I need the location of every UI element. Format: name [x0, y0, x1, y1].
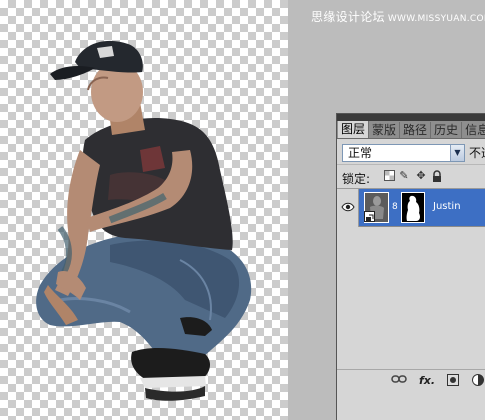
- mask-link-icon[interactable]: 8: [392, 202, 398, 212]
- lock-all-icon[interactable]: [431, 170, 443, 182]
- adjustment-icon[interactable]: [472, 374, 484, 388]
- add-mask-icon[interactable]: [447, 374, 459, 388]
- lock-row: 锁定: ✎ ✥: [337, 165, 485, 189]
- lock-transparent-icon[interactable]: [383, 170, 395, 182]
- layer-row[interactable]: 8 Justin: [337, 189, 485, 227]
- lock-move-icon[interactable]: ✥: [415, 170, 427, 182]
- panel-bottom-bar: fx.: [337, 369, 485, 391]
- layer-mask-thumbnail[interactable]: [401, 192, 425, 223]
- link-layers-icon[interactable]: [391, 374, 407, 388]
- tab-masks[interactable]: 蒙版: [369, 122, 401, 138]
- panel-tabs: 图层 蒙版 路径 历史 信息: [337, 121, 485, 139]
- tab-history[interactable]: 历史: [431, 122, 463, 138]
- layer-list: 8 Justin fx.: [337, 189, 485, 403]
- lock-label: 锁定:: [342, 172, 371, 186]
- blend-mode-select[interactable]: 正常 ▼: [342, 144, 465, 162]
- layers-panel: 图层 蒙版 路径 历史 信息 正常 ▼ 不透明度: 锁定: ✎ ✥: [336, 113, 485, 420]
- eye-icon: [341, 202, 355, 212]
- layer-visibility-toggle[interactable]: [337, 189, 359, 227]
- person-image: [36, 40, 252, 401]
- chevron-down-icon[interactable]: ▼: [450, 145, 464, 161]
- watermark-site-name: 思缘设计论坛: [311, 10, 385, 24]
- tab-info[interactable]: 信息: [462, 122, 485, 138]
- opacity-label: 不透明度:: [469, 146, 485, 160]
- layer-name[interactable]: Justin: [433, 201, 461, 212]
- blend-mode-row: 正常 ▼ 不透明度:: [337, 139, 485, 165]
- panel-titlebar[interactable]: [337, 114, 485, 121]
- document-canvas[interactable]: [0, 0, 288, 420]
- fx-icon[interactable]: fx.: [419, 374, 435, 388]
- tab-layers[interactable]: 图层: [338, 121, 370, 138]
- watermark: 思缘设计论坛 WWW.MISSYUAN.COM: [311, 8, 485, 25]
- watermark-url: WWW.MISSYUAN.COM: [387, 14, 485, 24]
- blend-mode-value: 正常: [348, 146, 373, 160]
- tab-paths[interactable]: 路径: [400, 122, 432, 138]
- smart-object-icon: [364, 211, 375, 222]
- lock-brush-icon[interactable]: ✎: [398, 170, 410, 182]
